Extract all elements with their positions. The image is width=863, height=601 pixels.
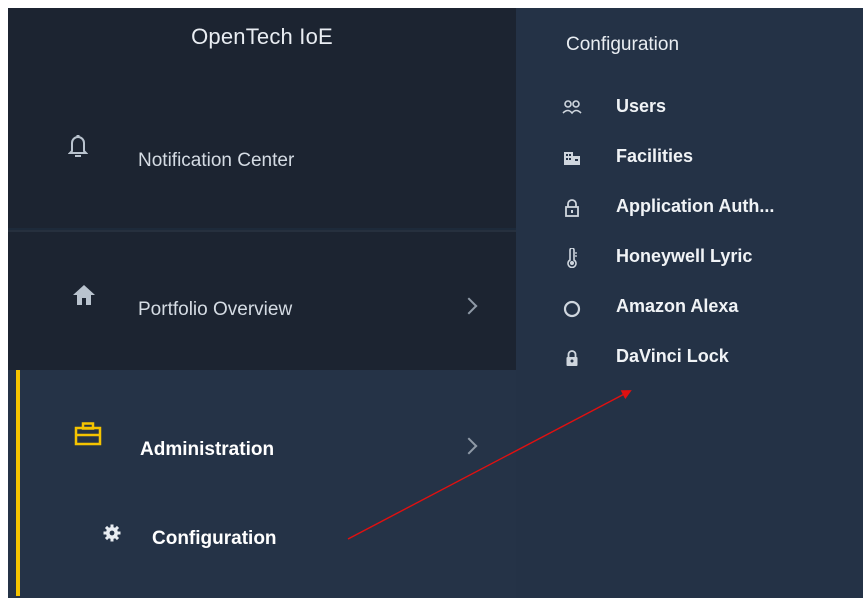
padlock-icon	[562, 348, 582, 368]
bell-icon	[67, 133, 89, 159]
submenu-item-label: Facilities	[616, 146, 694, 166]
submenu-item-label: DaVinci Lock	[616, 346, 729, 366]
submenu-item-label: Application Auth...	[616, 196, 775, 216]
submenu-item-application-auth[interactable]: Application Auth...	[562, 194, 862, 226]
app-window: OpenTech IoE Notification Center Portfol…	[8, 8, 863, 598]
chevron-right-icon	[460, 437, 478, 455]
users-icon	[562, 98, 582, 118]
submenu-item-label: Users	[616, 96, 667, 116]
submenu-item-label: Honeywell Lyric	[616, 246, 753, 266]
submenu-item-amazon-alexa[interactable]: Amazon Alexa	[562, 294, 862, 326]
briefcase-icon	[74, 422, 102, 446]
circle-icon	[562, 298, 582, 318]
configuration-submenu: Configuration Users Facilities Applicati…	[516, 8, 863, 598]
sidebar-item-label: Portfolio Overview	[138, 299, 293, 320]
sidebar: OpenTech IoE Notification Center Portfol…	[8, 8, 516, 598]
home-icon	[72, 284, 96, 306]
sidebar-item-label: Configuration	[152, 528, 277, 549]
sidebar-item-label: Administration	[140, 439, 275, 460]
building-icon	[562, 148, 582, 168]
sidebar-item-administration[interactable]: Administration	[8, 370, 516, 500]
sidebar-item-notification-center[interactable]: Notification Center	[8, 88, 516, 228]
gear-icon	[103, 524, 121, 542]
submenu-title: Configuration	[566, 34, 680, 55]
sidebar-item-label: Notification Center	[138, 150, 295, 171]
chevron-right-icon	[460, 297, 478, 315]
screenshot-frame: OpenTech IoE Notification Center Portfol…	[0, 0, 863, 601]
sidebar-item-configuration[interactable]: Configuration	[8, 513, 516, 563]
brand-title: OpenTech IoE	[8, 8, 516, 88]
thermometer-icon	[562, 247, 582, 269]
submenu-item-facilities[interactable]: Facilities	[562, 144, 862, 176]
submenu-item-users[interactable]: Users	[562, 94, 862, 126]
lock-icon	[562, 198, 582, 218]
submenu-item-label: Amazon Alexa	[616, 296, 739, 316]
sidebar-item-portfolio-overview[interactable]: Portfolio Overview	[8, 232, 516, 370]
submenu-item-honeywell-lyric[interactable]: Honeywell Lyric	[562, 244, 862, 276]
submenu-item-davinci-lock[interactable]: DaVinci Lock	[562, 344, 862, 376]
